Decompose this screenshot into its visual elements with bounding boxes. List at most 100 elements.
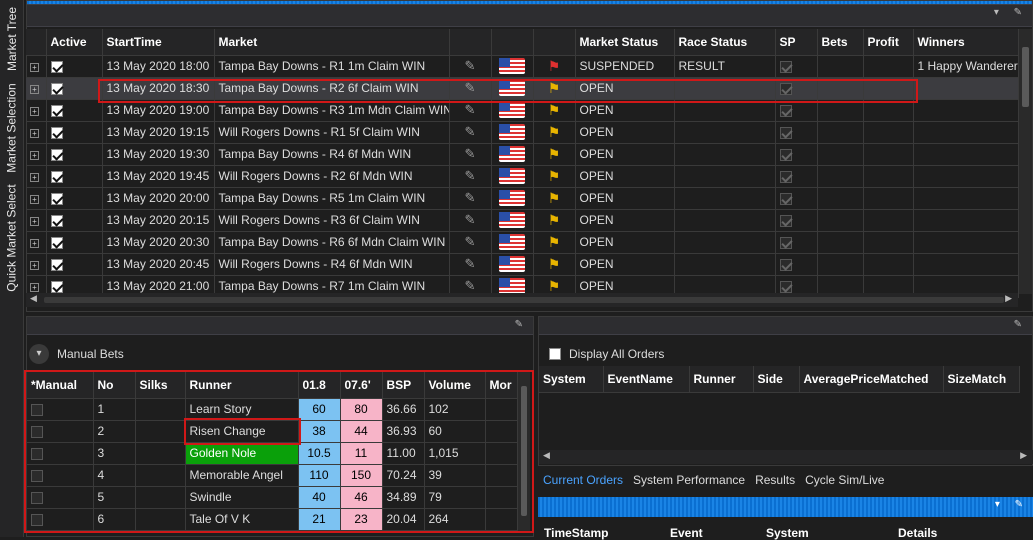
status-flag-icon[interactable]: ⚑ <box>533 143 576 166</box>
col-icon2[interactable] <box>491 29 534 56</box>
expand-icon[interactable]: + <box>26 55 47 78</box>
market-name[interactable]: Tampa Bay Downs - R1 1m Claim WIN <box>214 55 450 78</box>
active-checkbox[interactable] <box>46 231 103 254</box>
col-order-runner[interactable]: Runner <box>689 366 754 393</box>
status-flag-icon[interactable]: ⚑ <box>533 253 576 276</box>
edit-icon[interactable]: ✎ <box>449 165 492 188</box>
active-checkbox[interactable] <box>46 253 103 276</box>
expand-icon[interactable]: + <box>26 165 47 188</box>
status-flag-icon[interactable]: ⚑ <box>533 187 576 210</box>
tab-results[interactable]: Results <box>755 473 795 487</box>
col-side[interactable]: Side <box>753 366 800 393</box>
market-name[interactable]: Tampa Bay Downs - R5 1m Claim WIN <box>214 187 450 210</box>
status-flag-icon[interactable]: ⚑ <box>533 55 576 78</box>
sp-checkbox[interactable] <box>775 231 818 254</box>
active-checkbox[interactable] <box>46 165 103 188</box>
sp-checkbox[interactable] <box>775 187 818 210</box>
market-row[interactable]: +13 May 2020 19:45 Will Rogers Downs - R2… <box>26 165 1019 188</box>
sp-checkbox[interactable] <box>775 209 818 232</box>
active-checkbox[interactable] <box>46 143 103 166</box>
expand-icon[interactable]: + <box>26 231 47 254</box>
market-row[interactable]: +13 May 2020 20:45 Will Rogers Downs - R4… <box>26 253 1019 276</box>
active-checkbox[interactable] <box>46 77 103 100</box>
market-row[interactable]: +13 May 2020 20:30 Tampa Bay Downs - R6 6… <box>26 231 1019 254</box>
market-row[interactable]: +13 May 2020 19:30 Tampa Bay Downs - R4 6… <box>26 143 1019 166</box>
pin-icon[interactable]: ✎ <box>515 319 529 330</box>
edit-icon[interactable]: ✎ <box>449 121 492 144</box>
edit-icon[interactable]: ✎ <box>449 187 492 210</box>
col-starttime[interactable]: StartTime <box>102 29 215 56</box>
sp-checkbox[interactable] <box>775 55 818 78</box>
race-status <box>674 209 776 232</box>
col-race-status[interactable]: Race Status <box>674 29 776 56</box>
winners-cell <box>913 253 1019 276</box>
market-name[interactable]: Will Rogers Downs - R3 6f Claim WIN <box>214 209 450 232</box>
col-log-system[interactable]: System <box>760 517 892 540</box>
market-row[interactable]: +13 May 2020 19:15 Will Rogers Downs - R1… <box>26 121 1019 144</box>
tab-market-selection[interactable]: Market Selection <box>0 80 24 176</box>
edit-icon[interactable]: ✎ <box>449 231 492 254</box>
status-flag-icon[interactable]: ⚑ <box>533 165 576 188</box>
col-eventname[interactable]: EventName <box>603 366 690 393</box>
expand-icon[interactable]: + <box>26 121 47 144</box>
col-icon1[interactable] <box>449 29 492 56</box>
market-name[interactable]: Will Rogers Downs - R2 6f Mdn WIN <box>214 165 450 188</box>
markets-hscroll[interactable]: ◀ ▶ <box>26 293 1018 307</box>
log-pin-icon[interactable]: ▾ ✎ <box>995 499 1029 510</box>
collapse-icon[interactable]: ▾ <box>29 344 49 364</box>
active-checkbox[interactable] <box>46 121 103 144</box>
col-bets[interactable]: Bets <box>817 29 864 56</box>
markets-vscroll[interactable] <box>1018 29 1032 294</box>
market-name[interactable]: Will Rogers Downs - R1 5f Claim WIN <box>214 121 450 144</box>
pane-controls-icon[interactable]: ▾ ✎ <box>994 7 1028 18</box>
edit-icon[interactable]: ✎ <box>449 55 492 78</box>
col-avg-price[interactable]: AveragePriceMatched <box>799 366 944 393</box>
col-details[interactable]: Details <box>892 517 937 540</box>
orders-hscroll[interactable]: ◀ ▶ <box>539 450 1033 464</box>
status-flag-icon[interactable]: ⚑ <box>533 121 576 144</box>
active-checkbox[interactable] <box>46 209 103 232</box>
market-row[interactable]: +13 May 2020 20:15 Will Rogers Downs - R3… <box>26 209 1019 232</box>
display-all-orders-checkbox[interactable] <box>549 348 561 360</box>
col-profit[interactable]: Profit <box>863 29 914 56</box>
expand-icon[interactable]: + <box>26 77 47 100</box>
col-market-status[interactable]: Market Status <box>575 29 675 56</box>
market-name[interactable]: Tampa Bay Downs - R6 6f Mdn Claim WIN <box>214 231 450 254</box>
col-active[interactable]: Active <box>46 29 103 56</box>
col-event[interactable]: Event <box>664 517 760 540</box>
tab-current-orders[interactable]: Current Orders <box>543 473 623 487</box>
edit-icon[interactable]: ✎ <box>449 143 492 166</box>
col-timestamp[interactable]: TimeStamp <box>538 517 664 540</box>
active-checkbox[interactable] <box>46 187 103 210</box>
expand-icon[interactable]: + <box>26 209 47 232</box>
status-flag-icon[interactable]: ⚑ <box>533 209 576 232</box>
status-flag-icon[interactable]: ⚑ <box>533 231 576 254</box>
expand-icon[interactable]: + <box>26 143 47 166</box>
edit-icon[interactable]: ✎ <box>449 253 492 276</box>
tab-system-performance[interactable]: System Performance <box>633 473 745 487</box>
orders-pin-icon[interactable]: ✎ <box>1014 319 1028 330</box>
sp-checkbox[interactable] <box>775 165 818 188</box>
edit-icon[interactable]: ✎ <box>449 209 492 232</box>
market-row[interactable]: +13 May 2020 20:00 Tampa Bay Downs - R5 1… <box>26 187 1019 210</box>
tab-quick-market-select[interactable]: Quick Market Select <box>0 182 24 294</box>
tab-cycle-sim-live[interactable]: Cycle Sim/Live <box>805 473 884 487</box>
expand-icon[interactable]: + <box>26 99 47 122</box>
col-size-matched[interactable]: SizeMatch <box>943 366 1020 393</box>
market-row[interactable]: +13 May 2020 18:00 Tampa Bay Downs - R1 1… <box>26 55 1019 78</box>
tab-market-tree[interactable]: Market Tree <box>0 4 24 74</box>
sp-checkbox[interactable] <box>775 143 818 166</box>
expand-icon[interactable]: + <box>26 187 47 210</box>
col-sp[interactable]: SP <box>775 29 818 56</box>
col-system[interactable]: System <box>539 366 604 393</box>
active-checkbox[interactable] <box>46 55 103 78</box>
market-name[interactable]: Will Rogers Downs - R4 6f Mdn WIN <box>214 253 450 276</box>
col-market[interactable]: Market <box>214 29 450 56</box>
sp-checkbox[interactable] <box>775 121 818 144</box>
expand-icon[interactable]: + <box>26 253 47 276</box>
sp-checkbox[interactable] <box>775 253 818 276</box>
market-name[interactable]: Tampa Bay Downs - R4 6f Mdn WIN <box>214 143 450 166</box>
col-icon3[interactable] <box>533 29 576 56</box>
active-checkbox[interactable] <box>46 99 103 122</box>
col-winners[interactable]: Winners <box>913 29 1019 56</box>
